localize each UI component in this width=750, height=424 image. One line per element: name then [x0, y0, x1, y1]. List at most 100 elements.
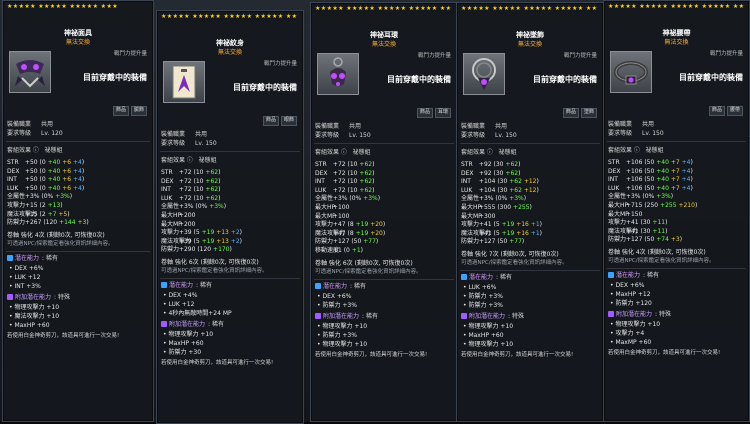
req-level-row: 要求等級 Lv. 150 [461, 132, 517, 139]
req-level-row: 要求等級 Lv. 150 [161, 140, 217, 147]
trade-status: 無法交換 [517, 41, 542, 48]
stat-row: 攻擊力 +39 (5 +19 +13 +2) [161, 229, 242, 237]
pendant-icon [463, 53, 505, 95]
stat-row: 全屬性 +3% (0% +3%) [315, 195, 381, 203]
potential-line: • DEX +6% [9, 264, 44, 272]
upgrade-scroll-info: 卷軸 強化 7次 (剩餘0次, 可恢復0次) [461, 251, 559, 258]
item-tag: 臉飾 [130, 106, 147, 116]
req-job-row: 裝備職業 共用 [608, 121, 655, 128]
epic-badge-icon [315, 312, 321, 319]
stat-list: STR +92 (30 +62) DEX +92 (30 +62) INT +104… [461, 161, 542, 247]
item-tooltip-card: ★★★★★ ★★★★★ ★★★★★ ★★★★★ ★★ 神祕墜飾 無法交換 戰鬥力提升量… [456, 2, 604, 422]
divider [460, 270, 600, 271]
bonus-potential-header: 附加潛在能力: 稀有 [161, 321, 224, 328]
rare-badge-icon [608, 272, 614, 278]
divider [314, 278, 454, 280]
potential-line: • DEX +4% [163, 292, 198, 299]
item-name: 神祕耳環 [370, 31, 398, 39]
stat-row: STR +50 (0 +40 +6 +4) [7, 159, 85, 166]
req-job-row: 裝備職業 共用 [161, 131, 208, 138]
star-force-rating: ★★★★★ ★★★★★ ★★★★★ ★★★★★ ★★ [461, 5, 598, 12]
potential-line: • 4秒內無敵時間+24 MP [163, 310, 232, 317]
stat-row: 最大MP +150 [608, 210, 643, 218]
rare-badge-icon [461, 274, 467, 280]
item-tag: 飾品 [112, 106, 129, 116]
bonus-potential-line: • MaxHP +60 [463, 332, 504, 339]
set-effect-row: 套組效果 ⓘ 祕態組 [161, 157, 217, 164]
bonus-potential-line: • 物理攻擊力 +10 [317, 322, 368, 330]
set-effect-row: 套組效果 ⓘ 祕態組 [608, 147, 664, 154]
rare-badge-icon [7, 254, 13, 261]
potential-line: • LUK +12 [9, 273, 41, 281]
item-tags: 飾品 腰帶 [707, 106, 743, 116]
potential-line: • DEX +6% [317, 292, 352, 300]
potential-header: 潛在能力: 稀有 [608, 272, 659, 279]
divider [460, 143, 600, 144]
epic-badge-icon [608, 311, 614, 317]
req-level-row: 要求等級 Lv. 150 [315, 132, 371, 139]
epic-badge-icon [461, 313, 467, 319]
potential-line: • 防禦力 +3% [463, 293, 503, 300]
bonus-potential-line: • 魔法攻擊力 +10 [9, 312, 60, 320]
potential-line: • LUK +12 [163, 301, 195, 308]
stat-row: STR +72 (10 +62) [315, 161, 375, 168]
potential-line: • LUK +6% [463, 284, 497, 291]
stat-row: 移動速度 +1 (0 +1) [315, 246, 363, 254]
stat-list: STR +72 (10 +62) DEX +72 (10 +62) INT +72 … [161, 169, 242, 255]
item-tag: 飾品 [708, 106, 725, 116]
stat-row: 全屬性 +3% (0% +3%) [7, 193, 73, 201]
mask-icon [9, 51, 51, 93]
stat-row: 最大MP +300 [461, 212, 496, 220]
stat-row: 最大MP +200 [161, 220, 196, 228]
potential-header: 潛在能力: 稀有 [461, 274, 512, 281]
stat-row: 全屬性 +3% (0% +3%) [608, 193, 674, 201]
equipped-label: 目前穿戴中的裝備 [233, 83, 297, 92]
divider [160, 151, 300, 152]
req-job-row: 裝備職業 共用 [315, 123, 362, 130]
combat-power-label: 戰鬥力提升量 [113, 51, 147, 57]
item-tag: 耳環 [434, 108, 451, 118]
item-tag: 眼飾 [280, 116, 297, 126]
bonus-potential-line: • 防禦力 +3% [317, 331, 357, 339]
combat-power-label: 戰鬥力提升量 [263, 61, 297, 67]
stat-row: 攻擊力 +47 (8 +19 +20) [315, 221, 386, 229]
item-tags: 飾品 耳環 [415, 108, 451, 118]
trade-status: 無法交換 [664, 39, 689, 46]
item-tags: 飾品 眼飾 [261, 116, 297, 126]
equipped-label: 目前穿戴中的裝備 [533, 75, 597, 84]
stat-row: INT +72 (10 +62) [315, 178, 375, 186]
equipped-label: 目前穿戴中的裝備 [387, 75, 451, 84]
stat-row: 最大HP +200 [161, 211, 196, 219]
stat-row: DEX +106 (50 +40 +7 +4) [608, 167, 693, 175]
bonus-potential-line: • 物理攻擊力 +10 [610, 321, 661, 328]
potential-line: • 防禦力 +3% [463, 302, 503, 309]
item-name: 神祕墜飾 [516, 31, 544, 39]
trade-footer-note: 若使用白金神奇剪刀，該道具可進行一次交易! [161, 360, 274, 366]
stat-row: STR +92 (30 +62) [461, 161, 521, 168]
info-note: 可透過NPC/探索鑑定看強化資訊詳細內容。 [461, 260, 568, 266]
info-note: 可透過NPC/探索鑑定看強化資訊詳細內容。 [608, 258, 715, 264]
rare-badge-icon [161, 282, 167, 288]
bonus-potential-line: • 物理攻擊力 +10 [463, 341, 514, 348]
upgrade-scroll-info: 卷軸 強化 6次 (剩餘0次, 可恢復0次) [161, 259, 259, 266]
item-tooltip-card: ★★★★★ ★★★★★ ★★★★★ ★★★★★ ★★ 神祕耳環 無法交換 戰鬥力提升量… [310, 2, 458, 422]
req-level-row: 要求等級 Lv. 120 [7, 130, 63, 137]
bonus-potential-header: 附加潛在能力: 特殊 [7, 293, 70, 301]
item-tag: 墜飾 [580, 108, 597, 118]
bonus-potential-line: • 物理攻擊力 +10 [463, 323, 514, 330]
item-name: 神祕腰帶 [662, 29, 691, 37]
stat-list: STR +50 (0 +40 +6 +4) DEX +50 (0 +40 +6 +… [7, 159, 89, 228]
potential-line: • DEX +6% [610, 282, 645, 289]
stat-row: 防禦力 +290 (120 +170) [161, 246, 232, 254]
item-tooltip-card: ★★★★★ ★★★★★ ★★★★★ ★★★★★ ★★ 神祕腰帶 無法交換 戰鬥力提升量… [603, 0, 750, 422]
item-tag: 飾品 [562, 108, 579, 118]
set-effect-row: 套組效果 ⓘ 祕態組 [461, 149, 517, 156]
divider [607, 268, 746, 269]
belt-icon [610, 51, 652, 93]
potential-line: • 防禦力 +120 [610, 300, 652, 307]
equipped-label: 目前穿戴中的裝備 [83, 73, 147, 82]
bonus-potential-line: • MaxHP +60 [163, 340, 204, 347]
stat-row: DEX +72 (10 +62) [161, 177, 221, 185]
stat-row: DEX +92 (30 +62) [461, 169, 521, 177]
trade-footer-note: 若使用白金神奇剪刀，該道具可進行一次交易! [608, 350, 721, 356]
